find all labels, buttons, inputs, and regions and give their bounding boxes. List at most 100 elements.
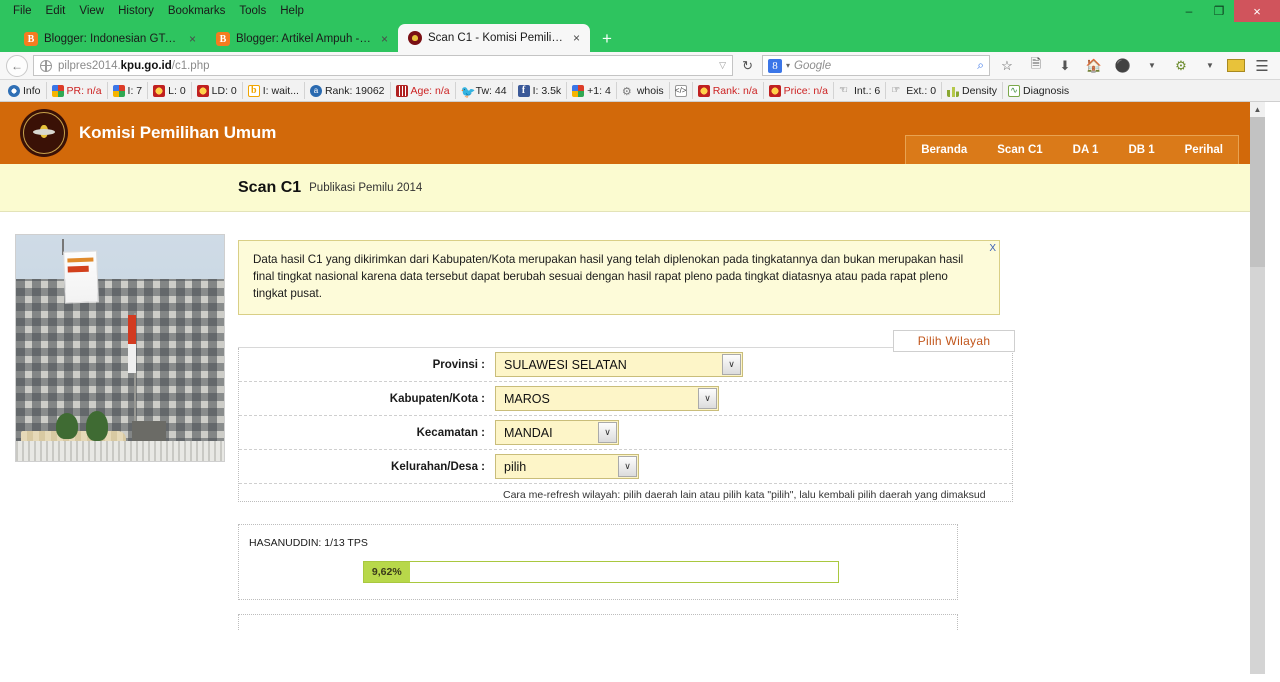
- home-icon[interactable]: 🏠: [1082, 55, 1106, 77]
- url-dropdown-icon[interactable]: ▽: [719, 60, 726, 71]
- seo-item[interactable]: 🐦 Tw: 44: [456, 82, 513, 99]
- tab-close-icon[interactable]: ×: [379, 32, 390, 46]
- select-kelurahan[interactable]: pilih ∨: [495, 454, 639, 479]
- seo-item[interactable]: </>: [670, 82, 693, 99]
- seo-item[interactable]: L: 0: [148, 82, 192, 99]
- main-nav: Beranda Scan C1 DA 1 DB 1 Perihal: [905, 135, 1239, 164]
- reload-icon[interactable]: ↻: [738, 58, 757, 74]
- seo-item[interactable]: ☜ Int.: 6: [834, 82, 887, 99]
- menu-item-tools[interactable]: Tools: [232, 2, 273, 20]
- tps-progress-box: HASANUDDIN: 1/13 TPS 9,62%: [238, 524, 958, 600]
- minimize-button[interactable]: –: [1174, 0, 1204, 22]
- scrollbar-thumb[interactable]: [1250, 117, 1265, 267]
- menu-bar: File Edit View History Bookmarks Tools H…: [0, 0, 1280, 22]
- select-provinsi-value: SULAWESI SELATAN: [504, 357, 627, 372]
- menu-item-file[interactable]: File: [6, 2, 39, 20]
- seo-item[interactable]: Info: [3, 82, 47, 99]
- seo-item[interactable]: Rank: n/a: [693, 82, 764, 99]
- menu-item-help[interactable]: Help: [273, 2, 311, 20]
- seo-item[interactable]: ☞ Ext.: 0: [886, 82, 943, 99]
- close-window-button[interactable]: ×: [1234, 0, 1280, 22]
- chevron-down-icon[interactable]: ∨: [698, 388, 717, 409]
- url-input[interactable]: pilpres2014.kpu.go.id/c1.php ▽: [33, 55, 734, 76]
- chevron-down-icon[interactable]: ∨: [722, 354, 741, 375]
- label-kecamatan: Kecamatan :: [416, 426, 485, 439]
- seo-item[interactable]: b I: wait...: [243, 82, 305, 99]
- tab-scan-c1[interactable]: Scan C1 - Komisi Pemiliha... ×: [398, 24, 590, 52]
- select-provinsi[interactable]: SULAWESI SELATAN ∨: [495, 352, 743, 377]
- reading-list-icon[interactable]: 🗎: [1024, 55, 1048, 77]
- refresh-hint: Cara me-refresh wilayah: pilih daerah la…: [503, 489, 986, 501]
- tab-blogger-artikel[interactable]: B Blogger: Artikel Ampuh - B... ×: [206, 26, 398, 52]
- menu-hamburger-icon[interactable]: ☰: [1250, 55, 1274, 77]
- select-kabupaten[interactable]: MAROS ∨: [495, 386, 719, 411]
- page-scrollbar[interactable]: ▲: [1250, 102, 1265, 674]
- close-icon[interactable]: X: [989, 243, 996, 254]
- nav-item-perihal[interactable]: Perihal: [1170, 136, 1238, 164]
- tab-close-icon[interactable]: ×: [187, 32, 198, 46]
- menu-item-view[interactable]: View: [72, 2, 111, 20]
- alexa-icon: a: [309, 84, 322, 97]
- seo-item[interactable]: f I: 3.5k: [513, 82, 568, 99]
- select-kecamatan[interactable]: MANDAI ∨: [495, 420, 619, 445]
- sun-icon: [196, 84, 209, 97]
- seo-item[interactable]: PR: n/a: [47, 82, 108, 99]
- tab-bar: B Blogger: Indonesian GTA - ... × B Blog…: [0, 22, 1280, 52]
- nav-item-db1[interactable]: DB 1: [1113, 136, 1169, 164]
- menu-item-history[interactable]: History: [111, 2, 161, 20]
- seo-item[interactable]: Density: [942, 82, 1004, 99]
- tab-close-icon[interactable]: ×: [571, 31, 582, 45]
- download-icon[interactable]: ⬇: [1053, 55, 1077, 77]
- seo-item-label: I: 3.5k: [532, 84, 562, 97]
- page-content: Komisi Pemilihan Umum Beranda Scan C1 DA…: [0, 102, 1265, 674]
- tab-pilih-wilayah[interactable]: Pilih Wilayah: [893, 330, 1015, 352]
- page-viewport: Komisi Pemilihan Umum Beranda Scan C1 DA…: [0, 102, 1280, 674]
- nav-item-beranda[interactable]: Beranda: [906, 136, 982, 164]
- new-tab-button[interactable]: +: [590, 29, 622, 52]
- seo-item[interactable]: Price: n/a: [764, 82, 834, 99]
- site-header: Komisi Pemilihan Umum Beranda Scan C1 DA…: [0, 102, 1265, 164]
- globe-icon: [40, 59, 52, 72]
- back-button[interactable]: ←: [6, 54, 28, 77]
- seo-item[interactable]: ∿ Diagnosis: [1003, 82, 1074, 99]
- tab-blogger-gta[interactable]: B Blogger: Indonesian GTA - ... ×: [14, 26, 206, 52]
- nav-item-scan-c1[interactable]: Scan C1: [982, 136, 1057, 164]
- addon-gear-icon[interactable]: ⚙: [1169, 55, 1193, 77]
- seo-item[interactable]: ⚙ whois: [617, 82, 670, 99]
- chevron-down-icon[interactable]: ∨: [618, 456, 637, 477]
- search-input[interactable]: 8 ▾ Google ⌕: [762, 55, 990, 76]
- blogger-icon: B: [24, 32, 38, 46]
- menu-item-bookmarks[interactable]: Bookmarks: [161, 2, 233, 20]
- address-bar: ← pilpres2014.kpu.go.id/c1.php ▽ ↻ 8 ▾ G…: [0, 52, 1280, 80]
- seo-item-label: Tw: 44: [475, 84, 507, 97]
- chevron-down-icon[interactable]: ∨: [598, 422, 617, 443]
- kpu-icon: [408, 31, 422, 45]
- scroll-up-icon[interactable]: ▲: [1250, 102, 1265, 117]
- diagnosis-icon: ∿: [1008, 84, 1021, 97]
- restore-button[interactable]: ❐: [1204, 0, 1234, 22]
- google-search-icon: 8: [768, 58, 782, 73]
- statusbar-icon[interactable]: [1227, 59, 1245, 72]
- seo-item-label: Int.: 6: [854, 84, 881, 97]
- bars-icon: [395, 84, 408, 97]
- adblock-icon[interactable]: ⚫: [1111, 55, 1135, 77]
- search-icon[interactable]: ⌕: [977, 58, 984, 73]
- density-icon: [947, 84, 960, 97]
- seo-item-label: +1: 4: [587, 84, 611, 97]
- seo-item[interactable]: LD: 0: [192, 82, 243, 99]
- seo-item[interactable]: I: 7: [108, 82, 149, 99]
- field-row-kabupaten: Kabupaten/Kota : MAROS ∨: [239, 382, 1012, 416]
- seo-item[interactable]: a Rank: 19062: [305, 82, 391, 99]
- nav-item-da1[interactable]: DA 1: [1058, 136, 1114, 164]
- dropdown-caret-icon[interactable]: ▼: [1198, 55, 1222, 77]
- menu-item-edit[interactable]: Edit: [39, 2, 73, 20]
- seo-item[interactable]: Age: n/a: [391, 82, 456, 99]
- chevron-down-icon[interactable]: ▾: [786, 61, 790, 70]
- twitter-icon: 🐦: [460, 84, 476, 99]
- region-selector-panel: Pilih Wilayah Provinsi : SULAWESI SELATA…: [238, 330, 1015, 502]
- dropdown-caret-icon[interactable]: ▼: [1140, 55, 1164, 77]
- seo-item[interactable]: +1: 4: [567, 82, 617, 99]
- site-title: Komisi Pemilihan Umum: [79, 123, 277, 142]
- bookmark-star-icon[interactable]: ☆: [995, 55, 1019, 77]
- tab-label: Blogger: Artikel Ampuh - B...: [236, 33, 373, 45]
